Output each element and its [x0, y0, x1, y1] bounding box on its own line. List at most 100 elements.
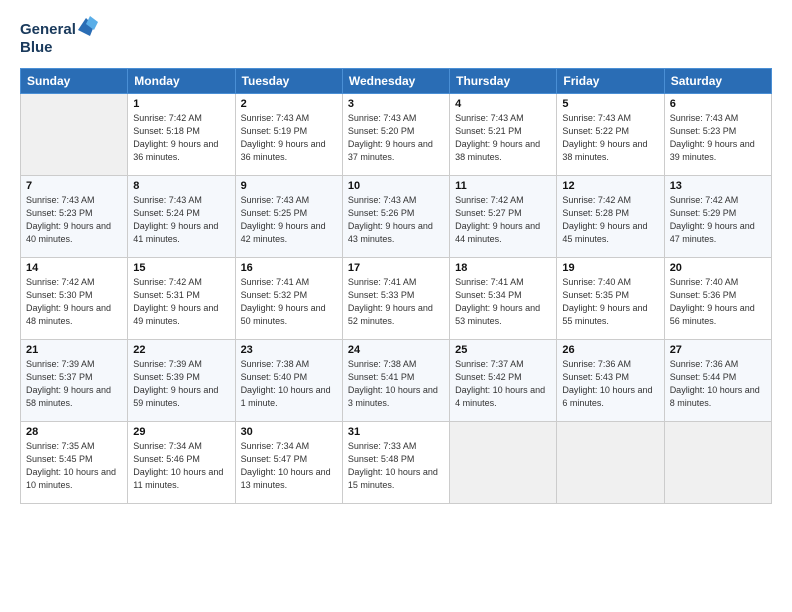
day-number: 4	[455, 98, 551, 110]
day-info: Sunrise: 7:39 AMSunset: 5:37 PMDaylight:…	[26, 358, 122, 410]
day-number: 22	[133, 344, 229, 356]
calendar-cell: 15Sunrise: 7:42 AMSunset: 5:31 PMDayligh…	[128, 258, 235, 340]
weekday-header-tuesday: Tuesday	[235, 69, 342, 94]
logo: General Blue	[20, 16, 100, 58]
calendar-cell	[450, 422, 557, 504]
day-number: 7	[26, 180, 122, 192]
day-number: 12	[562, 180, 658, 192]
weekday-header-thursday: Thursday	[450, 69, 557, 94]
day-number: 19	[562, 262, 658, 274]
calendar-cell: 18 Sunrise: 7:41 AMSunset: 5:34 PMDayligh…	[450, 258, 557, 340]
calendar-cell: 8 Sunrise: 7:43 AMSunset: 5:24 PMDaylight…	[128, 176, 235, 258]
day-number: 15	[133, 262, 229, 274]
day-number: 5	[562, 98, 658, 110]
calendar-cell: 1 Sunrise: 7:42 AMSunset: 5:18 PMDaylight…	[128, 94, 235, 176]
header: General Blue	[20, 16, 772, 58]
calendar-cell: 20 Sunrise: 7:40 AMSunset: 5:36 PMDayligh…	[664, 258, 771, 340]
day-number: 18	[455, 262, 551, 274]
day-info: Sunrise: 7:43 AMSunset: 5:22 PMDaylight:…	[562, 112, 658, 164]
day-info: Sunrise: 7:41 AMSunset: 5:32 PMDaylight:…	[241, 276, 337, 328]
day-info: Sunrise: 7:43 AMSunset: 5:19 PMDaylight:…	[241, 112, 337, 164]
day-number: 21	[26, 344, 122, 356]
weekday-header-saturday: Saturday	[664, 69, 771, 94]
day-info: Sunrise: 7:40 AMSunset: 5:36 PMDaylight:…	[670, 276, 766, 328]
day-number: 28	[26, 426, 122, 438]
calendar-cell: 22 Sunrise: 7:39 AMSunset: 5:39 PMDayligh…	[128, 340, 235, 422]
day-number: 31	[348, 426, 444, 438]
day-number: 20	[670, 262, 766, 274]
calendar-cell: 11Sunrise: 7:42 AMSunset: 5:27 PMDayligh…	[450, 176, 557, 258]
day-info: Sunrise: 7:36 AMSunset: 5:43 PMDaylight:…	[562, 358, 658, 410]
day-info: Sunrise: 7:43 AMSunset: 5:23 PMDaylight:…	[26, 194, 122, 246]
day-info: Sunrise: 7:33 AMSunset: 5:48 PMDaylight:…	[348, 440, 444, 492]
day-number: 3	[348, 98, 444, 110]
day-number: 27	[670, 344, 766, 356]
calendar-cell: 13Sunrise: 7:42 AMSunset: 5:29 PMDayligh…	[664, 176, 771, 258]
calendar-cell: 3Sunrise: 7:43 AMSunset: 5:20 PMDaylight…	[342, 94, 449, 176]
calendar-cell: 10Sunrise: 7:43 AMSunset: 5:26 PMDayligh…	[342, 176, 449, 258]
calendar-cell: 4 Sunrise: 7:43 AMSunset: 5:21 PMDaylight…	[450, 94, 557, 176]
calendar-cell: 31 Sunrise: 7:33 AMSunset: 5:48 PMDayligh…	[342, 422, 449, 504]
svg-text:Blue: Blue	[20, 39, 53, 56]
calendar-cell: 5 Sunrise: 7:43 AMSunset: 5:22 PMDaylight…	[557, 94, 664, 176]
calendar-cell: 6 Sunrise: 7:43 AMSunset: 5:23 PMDaylight…	[664, 94, 771, 176]
day-number: 2	[241, 98, 337, 110]
day-number: 6	[670, 98, 766, 110]
day-number: 30	[241, 426, 337, 438]
svg-text:General: General	[20, 21, 76, 38]
weekday-header-wednesday: Wednesday	[342, 69, 449, 94]
calendar-cell: 14 Sunrise: 7:42 AMSunset: 5:30 PMDayligh…	[21, 258, 128, 340]
calendar-cell: 25Sunrise: 7:37 AMSunset: 5:42 PMDayligh…	[450, 340, 557, 422]
day-number: 11	[455, 180, 551, 192]
day-info: Sunrise: 7:42 AMSunset: 5:28 PMDaylight:…	[562, 194, 658, 246]
day-info: Sunrise: 7:38 AMSunset: 5:40 PMDaylight:…	[241, 358, 337, 410]
day-number: 29	[133, 426, 229, 438]
calendar-cell	[21, 94, 128, 176]
day-info: Sunrise: 7:38 AMSunset: 5:41 PMDaylight:…	[348, 358, 444, 410]
day-number: 25	[455, 344, 551, 356]
calendar-cell: 26Sunrise: 7:36 AMSunset: 5:43 PMDayligh…	[557, 340, 664, 422]
calendar-cell: 24 Sunrise: 7:38 AMSunset: 5:41 PMDayligh…	[342, 340, 449, 422]
day-number: 9	[241, 180, 337, 192]
weekday-header-friday: Friday	[557, 69, 664, 94]
weekday-header-sunday: Sunday	[21, 69, 128, 94]
day-info: Sunrise: 7:43 AMSunset: 5:25 PMDaylight:…	[241, 194, 337, 246]
calendar-cell: 7 Sunrise: 7:43 AMSunset: 5:23 PMDaylight…	[21, 176, 128, 258]
day-number: 17	[348, 262, 444, 274]
calendar-cell: 17 Sunrise: 7:41 AMSunset: 5:33 PMDayligh…	[342, 258, 449, 340]
day-info: Sunrise: 7:43 AMSunset: 5:24 PMDaylight:…	[133, 194, 229, 246]
weekday-header-monday: Monday	[128, 69, 235, 94]
day-info: Sunrise: 7:35 AMSunset: 5:45 PMDaylight:…	[26, 440, 122, 492]
calendar-cell: 9 Sunrise: 7:43 AMSunset: 5:25 PMDaylight…	[235, 176, 342, 258]
day-info: Sunrise: 7:42 AMSunset: 5:30 PMDaylight:…	[26, 276, 122, 328]
day-info: Sunrise: 7:34 AMSunset: 5:46 PMDaylight:…	[133, 440, 229, 492]
calendar-cell: 23 Sunrise: 7:38 AMSunset: 5:40 PMDayligh…	[235, 340, 342, 422]
day-number: 1	[133, 98, 229, 110]
logo-icon: General Blue	[20, 16, 100, 58]
week-row-5: 28 Sunrise: 7:35 AMSunset: 5:45 PMDayligh…	[21, 422, 772, 504]
calendar-page: General Blue SundayMondayTuesdayWednesda…	[0, 0, 792, 612]
day-number: 8	[133, 180, 229, 192]
day-number: 16	[241, 262, 337, 274]
day-number: 24	[348, 344, 444, 356]
day-info: Sunrise: 7:34 AMSunset: 5:47 PMDaylight:…	[241, 440, 337, 492]
day-number: 13	[670, 180, 766, 192]
day-number: 23	[241, 344, 337, 356]
calendar-cell: 30 Sunrise: 7:34 AMSunset: 5:47 PMDayligh…	[235, 422, 342, 504]
day-info: Sunrise: 7:43 AMSunset: 5:26 PMDaylight:…	[348, 194, 444, 246]
day-number: 14	[26, 262, 122, 274]
day-info: Sunrise: 7:39 AMSunset: 5:39 PMDaylight:…	[133, 358, 229, 410]
day-info: Sunrise: 7:42 AMSunset: 5:18 PMDaylight:…	[133, 112, 229, 164]
day-info: Sunrise: 7:41 AMSunset: 5:34 PMDaylight:…	[455, 276, 551, 328]
day-info: Sunrise: 7:43 AMSunset: 5:23 PMDaylight:…	[670, 112, 766, 164]
calendar-cell: 16 Sunrise: 7:41 AMSunset: 5:32 PMDayligh…	[235, 258, 342, 340]
week-row-3: 14 Sunrise: 7:42 AMSunset: 5:30 PMDayligh…	[21, 258, 772, 340]
calendar-table: SundayMondayTuesdayWednesdayThursdayFrid…	[20, 68, 772, 504]
week-row-2: 7 Sunrise: 7:43 AMSunset: 5:23 PMDaylight…	[21, 176, 772, 258]
calendar-cell: 28 Sunrise: 7:35 AMSunset: 5:45 PMDayligh…	[21, 422, 128, 504]
day-info: Sunrise: 7:41 AMSunset: 5:33 PMDaylight:…	[348, 276, 444, 328]
calendar-cell: 27Sunrise: 7:36 AMSunset: 5:44 PMDayligh…	[664, 340, 771, 422]
day-info: Sunrise: 7:43 AMSunset: 5:21 PMDaylight:…	[455, 112, 551, 164]
calendar-cell	[557, 422, 664, 504]
calendar-cell	[664, 422, 771, 504]
